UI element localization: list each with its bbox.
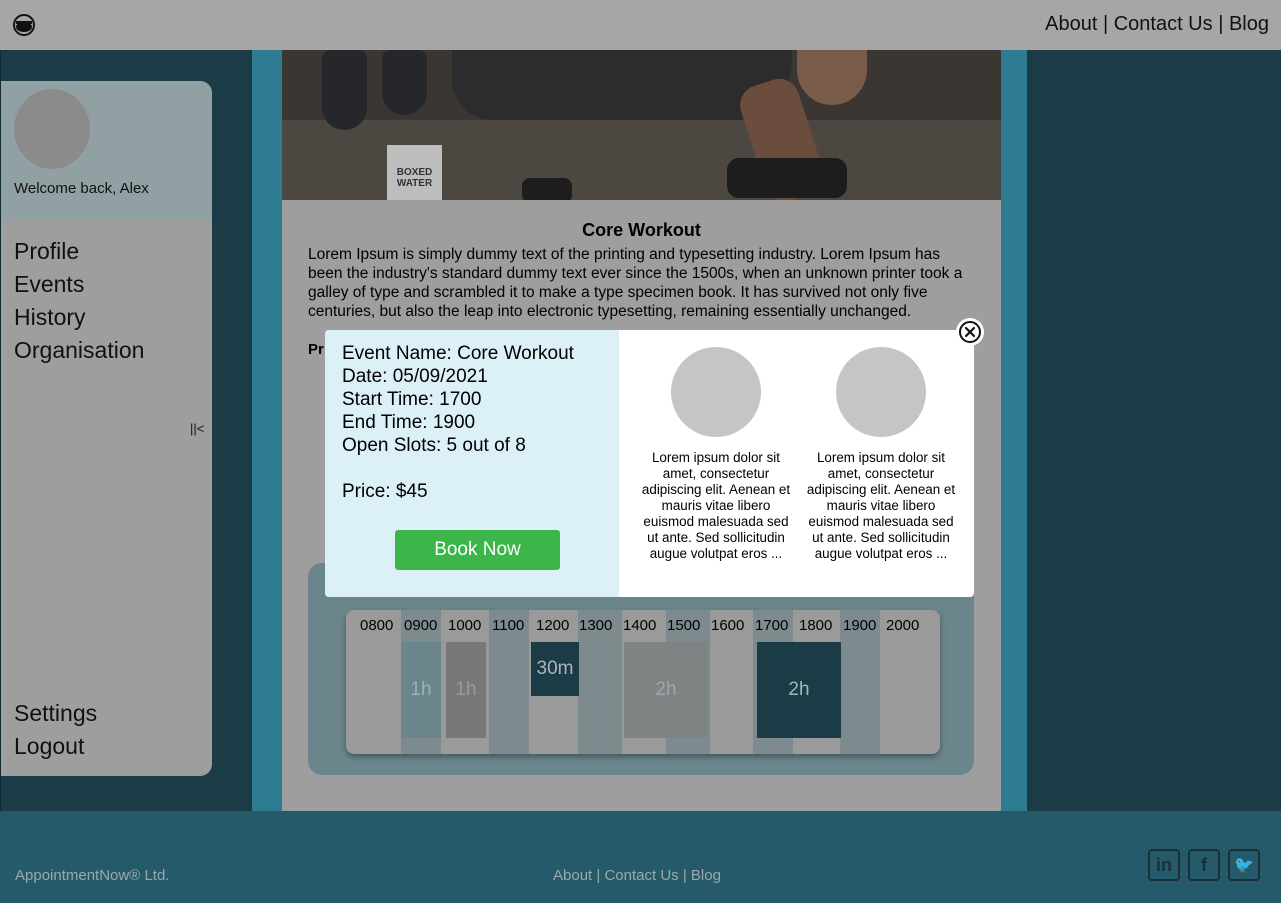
- modal-start-time: Start Time: 1700: [342, 389, 482, 410]
- trainer-bio: Lorem ipsum dolor sit amet, consectetur …: [806, 450, 956, 561]
- modal-event-name: Event Name: Core Workout: [342, 343, 574, 364]
- modal-price: Price: $45: [342, 481, 428, 502]
- modal-open-slots: Open Slots: 5 out of 8: [342, 435, 526, 456]
- close-icon: [959, 321, 981, 343]
- event-modal: Event Name: Core Workout Date: 05/09/202…: [325, 330, 974, 597]
- trainer-photo: [836, 347, 926, 437]
- book-now-button[interactable]: Book Now: [395, 530, 560, 570]
- trainer-photo: [671, 347, 761, 437]
- modal-end-time: End Time: 1900: [342, 412, 476, 433]
- trainer-bio: Lorem ipsum dolor sit amet, consectetur …: [641, 450, 791, 561]
- modal-date: Date: 05/09/2021: [342, 366, 488, 387]
- close-button[interactable]: [956, 318, 984, 346]
- event-info-panel: Event Name: Core Workout Date: 05/09/202…: [325, 330, 619, 597]
